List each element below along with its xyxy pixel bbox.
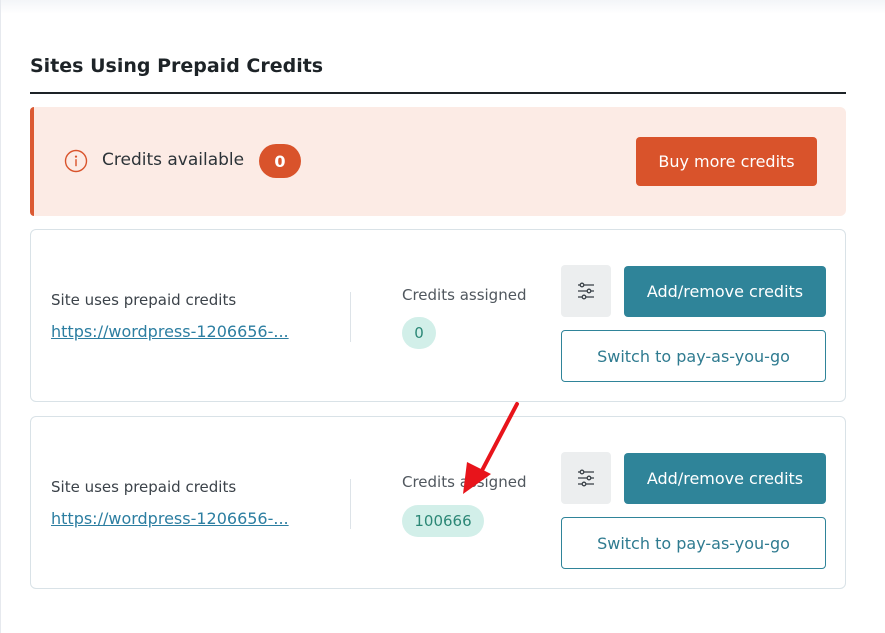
sliders-icon — [578, 282, 594, 300]
credits-assigned-value: 0 — [402, 317, 436, 349]
top-fade — [0, 0, 885, 14]
site-label: Site uses prepaid credits — [51, 478, 237, 496]
switch-to-pay-as-you-go-button[interactable]: Switch to pay-as-you-go — [561, 517, 826, 569]
site-label: Site uses prepaid credits — [51, 291, 237, 309]
add-remove-credits-button[interactable]: Add/remove credits — [624, 453, 826, 504]
site-url-link[interactable]: https://wordpress-1206656-... — [51, 322, 289, 341]
add-remove-credits-button[interactable]: Add/remove credits — [624, 266, 826, 317]
sliders-icon — [578, 469, 594, 487]
prepaid-credits-page: Sites Using Prepaid Credits Credits avai… — [0, 0, 885, 633]
card-divider — [350, 479, 351, 529]
credits-assigned-label: Credits assigned — [402, 473, 527, 491]
site-settings-button[interactable] — [561, 265, 611, 317]
card-divider — [350, 292, 351, 342]
credits-assigned-label: Credits assigned — [402, 286, 527, 304]
credits-assigned-value: 100666 — [402, 505, 484, 537]
credits-available-count: 0 — [259, 144, 301, 178]
title-divider — [30, 92, 846, 94]
site-settings-button[interactable] — [561, 452, 611, 504]
buy-more-credits-button[interactable]: Buy more credits — [636, 137, 817, 186]
switch-to-pay-as-you-go-button[interactable]: Switch to pay-as-you-go — [561, 330, 826, 382]
section-title: Sites Using Prepaid Credits — [30, 55, 324, 77]
left-edge-border — [0, 0, 1, 633]
info-circle-icon — [64, 149, 88, 173]
site-card: Site uses prepaid credits https://wordpr… — [30, 229, 846, 402]
site-card: Site uses prepaid credits https://wordpr… — [30, 416, 846, 589]
credits-available-banner: Credits available 0 Buy more credits — [30, 107, 846, 216]
banner-accent-bar — [30, 107, 34, 216]
site-url-link[interactable]: https://wordpress-1206656-... — [51, 509, 289, 528]
credits-available-label: Credits available — [102, 150, 245, 170]
